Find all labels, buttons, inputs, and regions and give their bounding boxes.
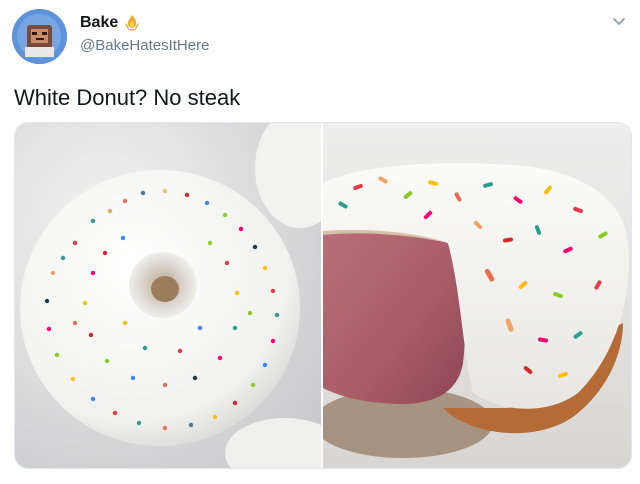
- tweet-media[interactable]: [14, 122, 632, 469]
- chevron-down-icon[interactable]: [612, 14, 626, 28]
- tweet-text: White Donut? No steak: [14, 85, 241, 110]
- photo-steak-donut[interactable]: [313, 123, 631, 468]
- photo-white-donut[interactable]: [15, 123, 345, 468]
- tweet-card: Bake @BakeHatesItHere White Donut? No st…: [0, 0, 640, 484]
- name-row: Bake: [80, 14, 141, 32]
- display-name[interactable]: Bake: [80, 14, 118, 32]
- fire-hands-emoji-icon: [123, 14, 141, 32]
- user-handle[interactable]: @BakeHatesItHere: [80, 37, 209, 54]
- avatar[interactable]: [12, 9, 67, 64]
